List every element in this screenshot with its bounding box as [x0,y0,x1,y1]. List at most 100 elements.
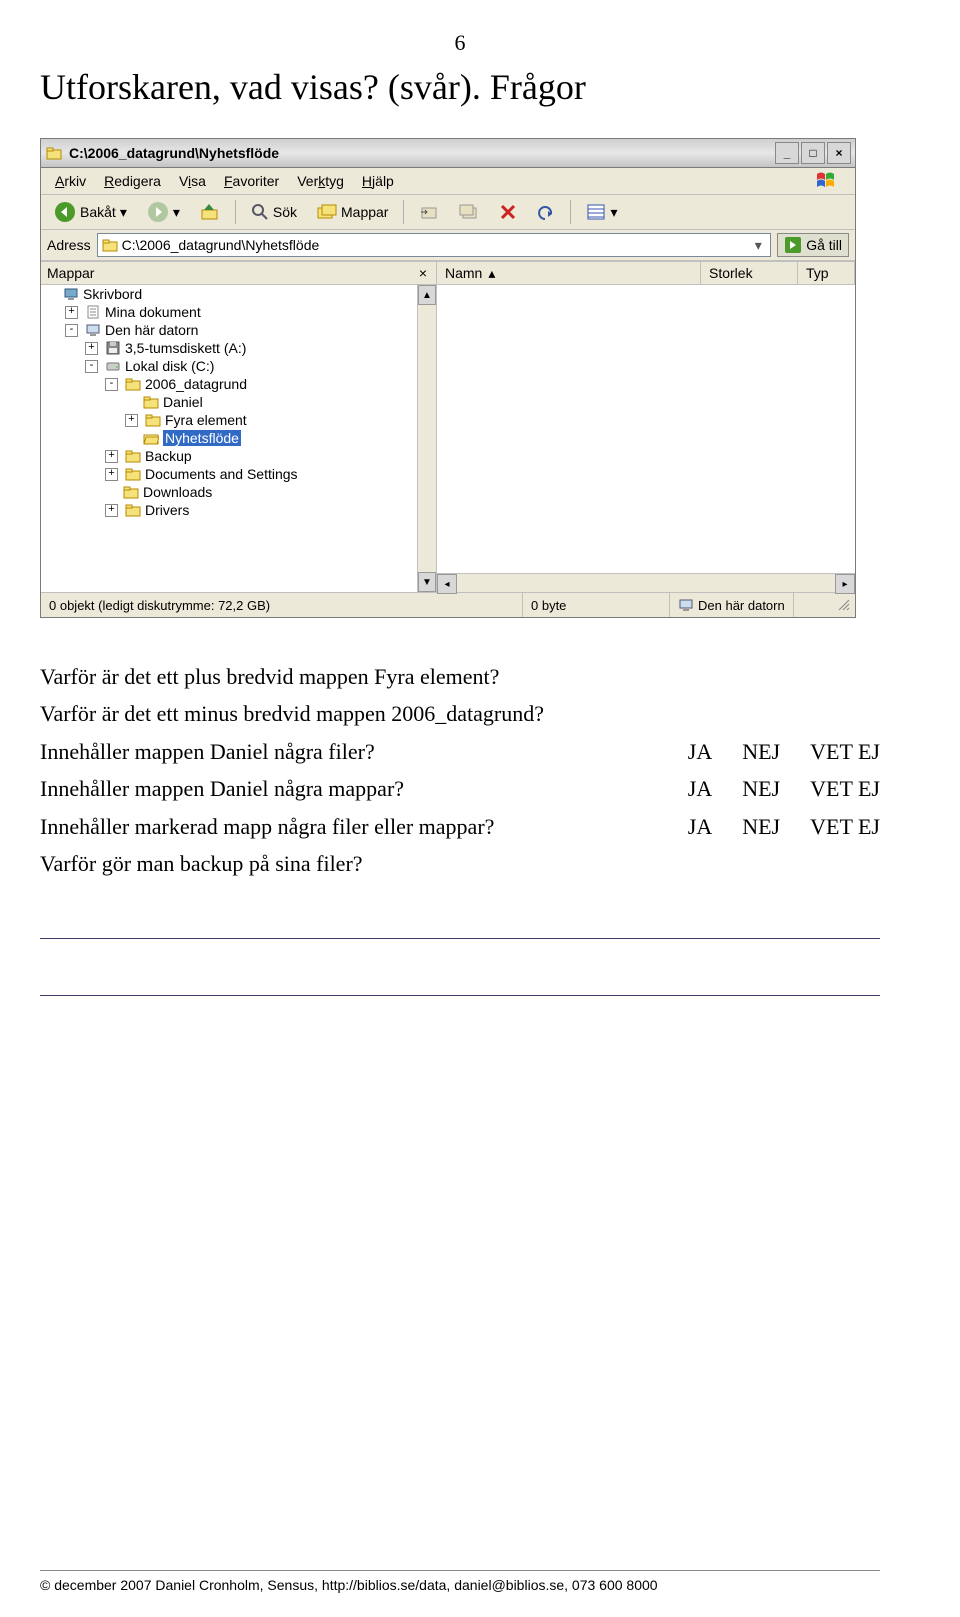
tree-item-label: Mina dokument [105,304,201,320]
tree-item-label: Skrivbord [83,286,142,302]
scroll-down-button[interactable]: ▼ [418,572,436,592]
collapse-button[interactable]: - [105,378,118,391]
tree-item[interactable]: +Backup [41,447,436,465]
expand-button[interactable]: + [85,342,98,355]
desktop-icon [63,286,79,302]
folder-tree[interactable]: Skrivbord+Mina dokument-Den här datorn+3… [41,285,436,592]
scroll-track[interactable] [418,305,436,572]
tree-item-label: Nyhetsflöde [163,430,241,446]
tree-item[interactable]: + Mina dokument [41,303,436,321]
toolbar: Bakåt ▾ ▾ Sök [41,195,855,230]
column-header-size[interactable]: Storlek [701,262,798,284]
menu-visa[interactable]: Visa [171,170,214,192]
up-button[interactable] [193,198,227,226]
status-location: Den här datorn [670,593,794,617]
tree-item-label: Lokal disk (C:) [125,358,214,374]
scroll-left-button[interactable]: ◂ [437,574,457,594]
folders-pane: Mappar × Skrivbord+Mina dokument-Den här… [41,262,437,592]
column-headers[interactable]: Namn ▴ Storlek Typ [437,262,855,285]
go-button[interactable]: Gå till [777,233,849,257]
file-list-pane: Namn ▴ Storlek Typ ◂ ▸ [437,262,855,592]
tree-item[interactable]: Skrivbord [41,285,436,303]
tree-item[interactable]: +Drivers [41,501,436,519]
back-arrow-icon [54,201,76,223]
page-footer: © december 2007 Daniel Cronholm, Sensus,… [40,1570,880,1593]
expand-button[interactable]: + [105,468,118,481]
expand-button[interactable]: + [105,504,118,517]
tree-item-label: Documents and Settings [145,466,298,482]
folders-pane-close-button[interactable]: × [416,265,430,281]
expand-button[interactable]: + [125,414,138,427]
tree-item[interactable]: +Fyra element [41,411,436,429]
address-input[interactable]: C:\2006_datagrund\Nyhetsflöde ▾ [97,233,772,257]
maximize-button[interactable]: □ [801,142,825,164]
status-bytes: 0 byte [523,593,670,617]
question-5: Innehåller markerad mapp några filer ell… [40,808,688,845]
copy-to-button[interactable] [452,199,486,225]
undo-button[interactable] [530,199,562,225]
scroll-up-button[interactable]: ▲ [418,285,436,305]
collapse-button[interactable]: - [65,324,78,337]
answer-nej: NEJ [742,770,780,807]
floppy-icon [105,340,121,356]
back-button[interactable]: Bakåt ▾ [47,197,134,227]
tree-item-label: Den här datorn [105,322,198,338]
tree-item[interactable]: + Documents and Settings [41,465,436,483]
menu-favoriter[interactable]: Favoriter [216,170,287,192]
folder-open-icon [143,430,159,446]
forward-button[interactable]: ▾ [140,197,187,227]
menu-redigera[interactable]: Redigera [96,170,169,192]
disk-icon [105,358,121,374]
move-to-button[interactable] [412,199,446,225]
close-button[interactable]: × [827,142,851,164]
menu-bar: Arkiv Redigera Visa Favoriter Verktyg Hj… [41,168,855,195]
status-bar: 0 objekt (ledigt diskutrymme: 72,2 GB) 0… [41,592,855,617]
menu-arkiv[interactable]: Arkiv [47,170,94,192]
chevron-down-icon: ▾ [173,204,180,221]
title-bar[interactable]: C:\2006_datagrund\Nyhetsflöde _ □ × [41,139,855,168]
answer-ja: JA [688,770,712,807]
search-button[interactable]: Sök [244,199,304,225]
minimize-button[interactable]: _ [775,142,799,164]
folder-icon [125,502,141,518]
address-dropdown-button[interactable]: ▾ [750,237,766,254]
column-header-name[interactable]: Namn ▴ [437,262,701,284]
vertical-scrollbar[interactable]: ▲ ▼ [417,285,436,592]
horizontal-scrollbar[interactable]: ◂ ▸ [437,573,855,592]
scroll-right-button[interactable]: ▸ [835,574,855,594]
tree-item[interactable]: - 2006_datagrund [41,375,436,393]
answer-vetej: VET EJ [810,733,880,770]
go-arrow-icon [784,236,802,254]
tree-item[interactable]: - Den här datorn [41,321,436,339]
folder-icon [123,484,139,500]
answer-nej: NEJ [742,733,780,770]
menu-verktyg[interactable]: Verktyg [289,170,352,192]
tree-item[interactable]: Daniel [41,393,436,411]
answer-nej: NEJ [742,808,780,845]
tree-item-label: 2006_datagrund [145,376,247,392]
computer-icon [678,597,694,613]
copy-to-icon [459,203,479,221]
tree-item-label: 3,5-tumsdiskett (A:) [125,340,246,356]
collapse-button[interactable]: - [85,360,98,373]
folders-button[interactable]: Mappar [310,199,395,225]
forward-arrow-icon [147,201,169,223]
tree-item[interactable]: Nyhetsflöde [41,429,436,447]
views-button[interactable]: ▾ [579,199,624,225]
scroll-track[interactable] [457,574,835,592]
folder-icon [125,466,141,482]
answer-vetej: VET EJ [810,808,880,845]
tree-item[interactable]: Downloads [41,483,436,501]
folder-open-icon [102,237,118,253]
menu-hjalp[interactable]: Hjälp [354,170,402,192]
question-1: Varför är det ett plus bredvid mappen Fy… [40,658,880,695]
file-list-area[interactable]: ◂ ▸ [437,285,855,592]
folder-up-icon [200,202,220,222]
expand-button[interactable]: + [105,450,118,463]
tree-item[interactable]: +3,5-tumsdiskett (A:) [41,339,436,357]
column-header-type[interactable]: Typ [798,262,855,284]
tree-item[interactable]: - Lokal disk (C:) [41,357,436,375]
delete-button[interactable] [492,199,524,225]
expand-button[interactable]: + [65,306,78,319]
resize-grip-icon[interactable] [835,596,853,614]
